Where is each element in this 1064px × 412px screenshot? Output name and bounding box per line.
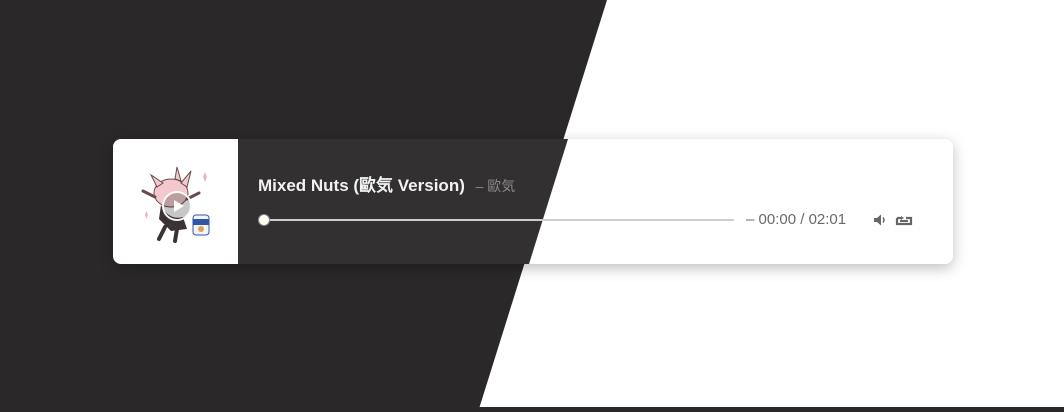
cover-art-image — [131, 157, 221, 247]
time-separator: / — [800, 211, 805, 228]
music-player: Mixed Nuts (歐気 Version) – 歐気 – 00:00 / 0… — [113, 139, 953, 264]
song-artist: – 歐気 — [475, 178, 516, 194]
progress-thumb[interactable] — [258, 214, 270, 226]
loop-icon[interactable] — [895, 213, 913, 227]
bottom-dark-strip — [478, 407, 1064, 412]
time-dash: – — [746, 211, 755, 228]
time-current: 00:00 — [758, 211, 797, 228]
track-info: Mixed Nuts (歐気 Version) – 歐気 — [258, 175, 933, 197]
progress-bar[interactable] — [258, 214, 734, 226]
song-title: Mixed Nuts (歐気 Version) — [258, 176, 465, 195]
album-cover — [113, 139, 238, 264]
time-total: 02:01 — [808, 211, 847, 228]
volume-icon[interactable] — [872, 212, 888, 228]
player-controls: – 00:00 / 02:01 — [258, 210, 918, 230]
play-button[interactable] — [161, 190, 192, 221]
time-display: – 00:00 / 02:01 — [746, 211, 846, 229]
progress-track — [264, 219, 734, 221]
page-background: Mixed Nuts (歐気 Version) – 歐気 – 00:00 / 0… — [0, 0, 1064, 412]
